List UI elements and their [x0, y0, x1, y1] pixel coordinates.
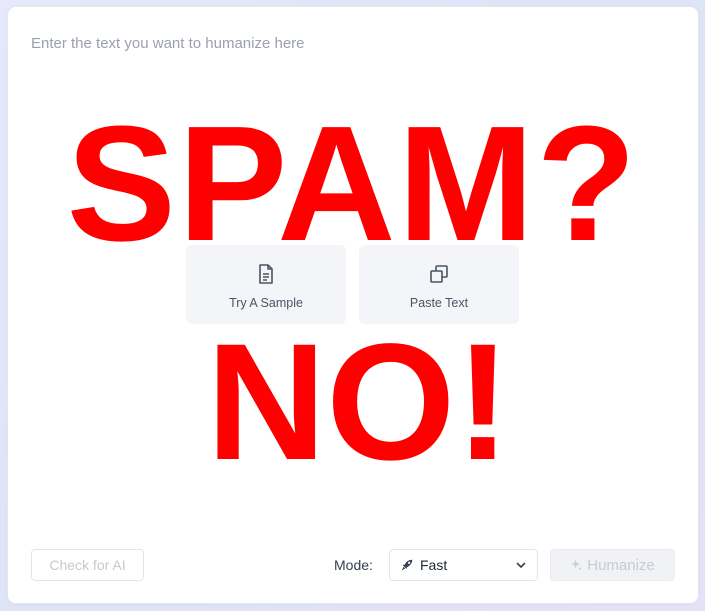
- humanize-label: Humanize: [587, 556, 655, 574]
- rocket-icon: [401, 559, 413, 571]
- check-for-ai-button[interactable]: Check for AI: [31, 549, 144, 581]
- mode-value: Fast: [420, 557, 448, 573]
- chevron-down-icon: [516, 562, 526, 568]
- humanize-button[interactable]: Humanize: [550, 549, 675, 581]
- no-overlay-text: NO!: [206, 310, 511, 495]
- mode-label: Mode:: [334, 557, 373, 573]
- text-input-placeholder[interactable]: Enter the text you want to humanize here: [31, 35, 305, 52]
- try-sample-label: Try A Sample: [229, 296, 303, 310]
- paste-text-label: Paste Text: [409, 296, 469, 310]
- mode-select[interactable]: Fast: [389, 549, 538, 581]
- spam-overlay-text: SPAM?: [66, 92, 639, 275]
- sparkle-icon: [571, 559, 583, 571]
